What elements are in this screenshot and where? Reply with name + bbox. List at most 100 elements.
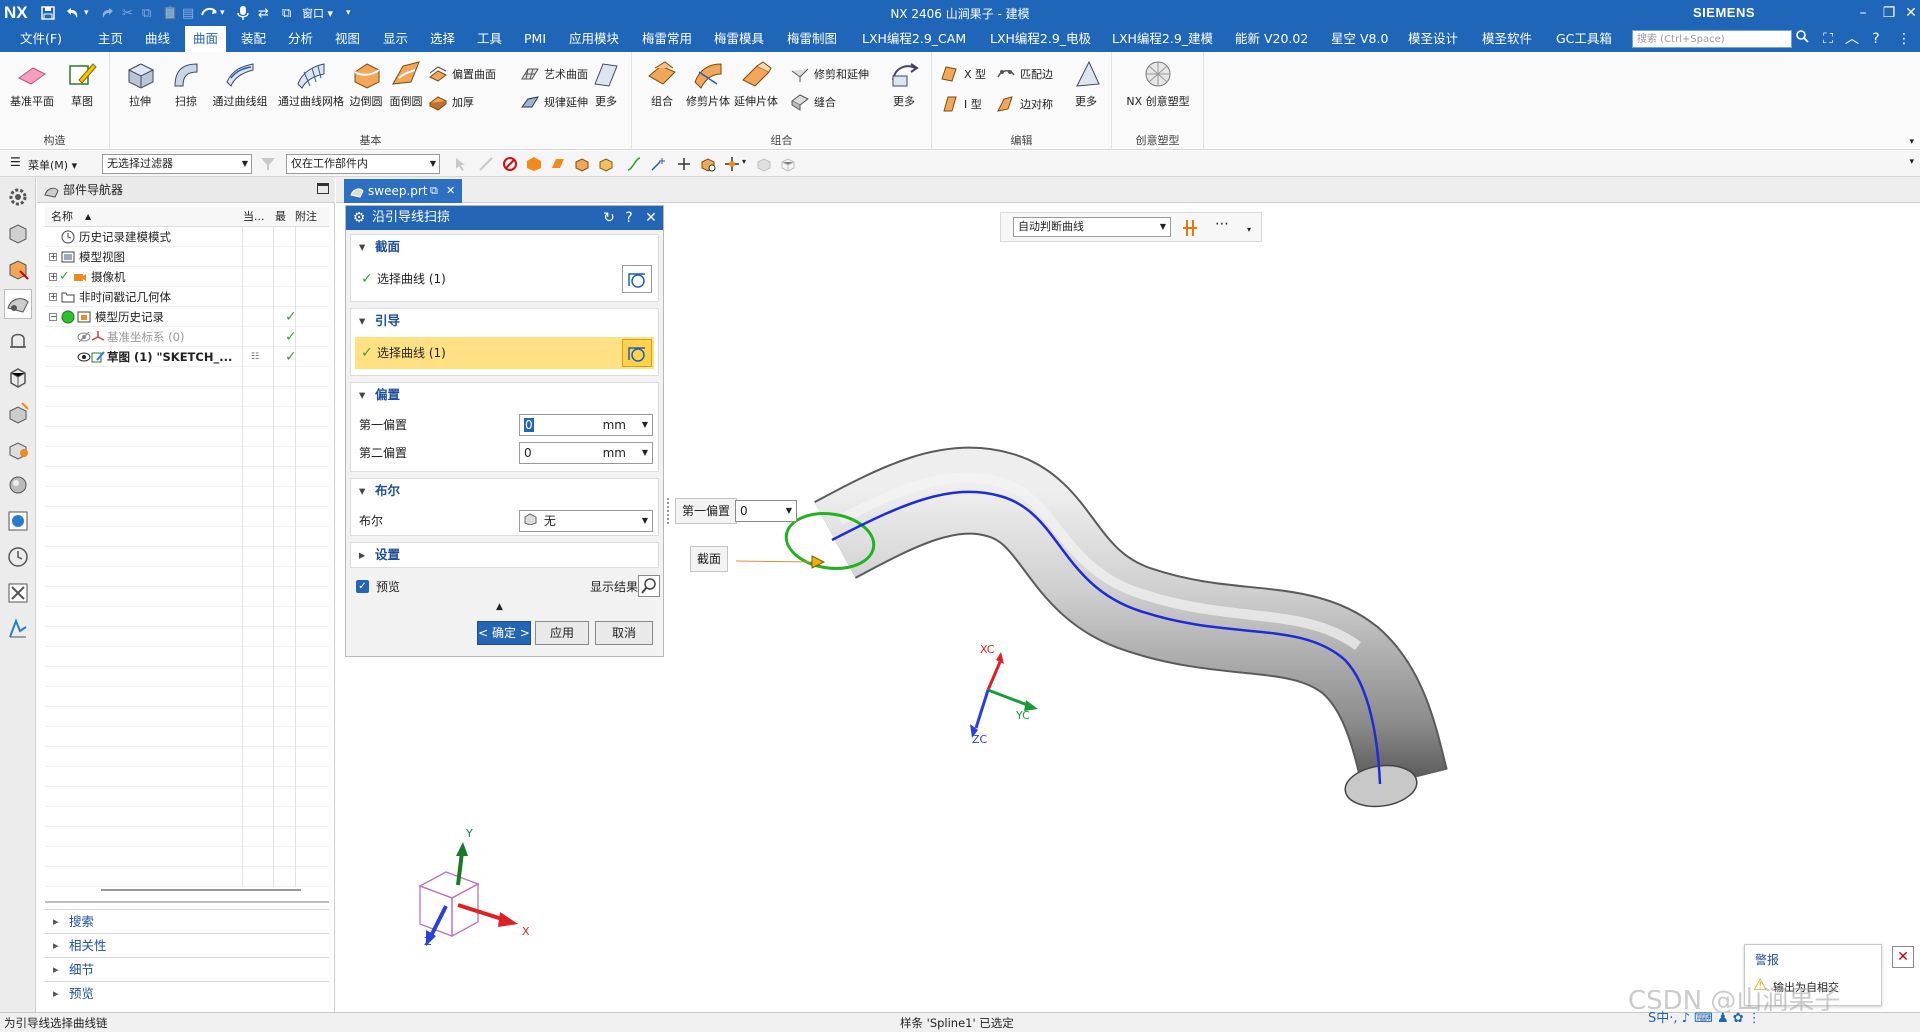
touch-mode-icon[interactable]: ⇄ — [258, 4, 269, 22]
column-notes[interactable]: 附注 — [295, 207, 317, 227]
hd3d-tools-icon[interactable] — [6, 365, 30, 389]
collapse-dialog-icon[interactable]: ▲ — [496, 602, 503, 612]
combine-more-button[interactable]: 更多 — [884, 58, 924, 109]
menu-lxh-cam[interactable]: LXH编程2.9_CAM — [862, 26, 966, 52]
history-palette-icon[interactable] — [6, 437, 30, 461]
expand-icon[interactable]: + — [49, 253, 57, 261]
through-curves-button[interactable]: 通过曲线组 — [208, 58, 272, 109]
settings-gear-icon[interactable] — [6, 185, 30, 209]
save-icon[interactable] — [40, 4, 56, 22]
panel-splitter[interactable] — [45, 901, 329, 903]
main-menu-button[interactable]: 菜单(M) ▾ — [28, 157, 77, 173]
selection-scope-select[interactable]: 仅在工作部件内 ▼ — [286, 154, 440, 174]
show-result-button[interactable] — [638, 575, 660, 597]
select-face-icon[interactable] — [550, 156, 566, 172]
roles-icon[interactable] — [6, 581, 30, 605]
tree-row-sketch[interactable]: 草图 (1) "SKETCH_... ☷ ✓ — [45, 347, 329, 367]
sketch-button[interactable]: 草图 — [56, 58, 108, 109]
web-browser-icon[interactable] — [6, 401, 30, 425]
nx-realize-shape-button[interactable]: NX 创意塑型 — [1122, 58, 1194, 109]
settings-header[interactable]: 设置 — [351, 543, 658, 567]
ok-button[interactable]: < 确定 > — [477, 621, 531, 645]
expand-icon[interactable]: + — [49, 293, 57, 301]
dialog-help-icon[interactable]: ? — [620, 206, 638, 230]
system-scenes-icon[interactable] — [6, 617, 30, 641]
clock-icon[interactable] — [6, 545, 30, 569]
nav-section-details[interactable]: 细节 — [45, 957, 329, 982]
constraint-navigator-icon[interactable] — [6, 257, 30, 281]
visible-eye-icon[interactable] — [77, 350, 91, 364]
datum-plane-button[interactable]: 基准平面 — [6, 58, 58, 109]
select-feature-icon[interactable] — [526, 156, 542, 172]
tree-row-datum-csys[interactable]: 基准坐标系 (0) ✓ — [45, 327, 329, 347]
minimize-button[interactable]: – — [1850, 2, 1876, 24]
manufacturing-wizard-icon[interactable] — [6, 509, 30, 533]
delete-icon[interactable]: ▤ — [182, 4, 194, 22]
section-profile-header[interactable]: 截面 — [351, 235, 658, 259]
profile-select-row[interactable]: ✓ 选择曲线 (1) — [355, 263, 654, 295]
tab-close-icon[interactable]: ✕ — [446, 179, 455, 203]
onscreen-offset-input[interactable]: 0 ▼ — [735, 500, 797, 522]
command-search-input[interactable]: 搜索 (Ctrl+Space) — [1632, 30, 1792, 48]
through-curve-mesh-button[interactable]: 通过曲线网格 — [276, 58, 346, 109]
process-studio-icon[interactable] — [6, 473, 30, 497]
repeat-dropdown-icon[interactable]: ▾ — [220, 4, 225, 22]
repeat-command-icon[interactable] — [200, 4, 218, 22]
menu-file[interactable]: 文件(F) — [20, 26, 62, 52]
select-curve-button[interactable] — [622, 265, 652, 293]
deselect-icon[interactable] — [478, 156, 494, 172]
stop-icon[interactable] — [502, 156, 518, 172]
extrude-button[interactable]: 拉伸 — [114, 58, 166, 109]
edit-more-button[interactable]: 更多 — [1066, 58, 1106, 109]
nav-section-dependencies[interactable]: 相关性 — [45, 933, 329, 958]
first-offset-input[interactable]: 0 mm ▼ — [519, 414, 653, 436]
nav-section-search[interactable]: 搜索 — [45, 909, 329, 934]
i-form-button[interactable]: I 型 — [940, 94, 982, 114]
sew-button[interactable]: 缝合 — [790, 92, 836, 112]
more-options-icon[interactable]: ⋯ — [1215, 216, 1229, 232]
select-guide-curve-button[interactable] — [622, 339, 652, 367]
hidden-eye-icon[interactable] — [77, 330, 91, 344]
more-options-icon[interactable]: ⋮ — [1894, 28, 1914, 50]
help-icon[interactable]: ? — [1866, 28, 1886, 50]
apply-button[interactable]: 应用 — [535, 621, 589, 645]
drag-handle[interactable] — [667, 498, 673, 524]
column-current[interactable]: 当... — [243, 207, 265, 227]
redo-icon[interactable] — [100, 4, 116, 22]
combine-button[interactable]: 组合 — [636, 58, 688, 109]
column-latest[interactable]: 最 — [275, 207, 286, 227]
tree-row-history-mode[interactable]: 历史记录建模模式 — [45, 227, 329, 247]
sort-ascending-icon[interactable]: ▲ — [85, 207, 91, 227]
offset-surface-button[interactable]: 偏置曲面 — [428, 64, 496, 84]
offset-header[interactable]: 偏置 — [351, 383, 658, 407]
show-hide-icon[interactable] — [756, 156, 772, 172]
undo-icon[interactable] — [64, 4, 80, 22]
menu-meilei-common[interactable]: 梅雷常用 — [642, 26, 692, 52]
microphone-icon[interactable] — [236, 4, 250, 22]
swept-tube[interactable] — [815, 448, 1446, 791]
menu-display[interactable]: 显示 — [383, 26, 408, 52]
collapse-ribbon-icon[interactable]: ︿ — [1842, 28, 1862, 50]
boolean-header[interactable]: 布尔 — [351, 479, 658, 503]
paste-icon[interactable]: 📋 — [162, 4, 178, 22]
trim-and-extend-button[interactable]: 修剪和延伸 — [790, 64, 869, 84]
snap-point-icon[interactable] — [650, 156, 666, 172]
nav-section-preview[interactable]: 预览 — [45, 981, 329, 1006]
tree-row-model-history[interactable]: − 模型历史记录 ✓ — [45, 307, 329, 327]
menu-applications[interactable]: 应用模块 — [569, 26, 619, 52]
menu-meilei-mold[interactable]: 梅雷模具 — [714, 26, 764, 52]
reset-icon[interactable]: ↻ — [600, 206, 618, 230]
sweep-button[interactable]: 扫掠 — [160, 58, 212, 109]
tab-sweep-prt[interactable]: sweep.prt ⧉ ✕ — [344, 179, 462, 203]
basic-more-button[interactable]: 更多 — [586, 58, 626, 109]
maximize-navigator-icon[interactable] — [317, 183, 329, 194]
dropdown-arrow-icon[interactable]: ▼ — [642, 415, 648, 435]
menu-meilei-drawing[interactable]: 梅雷制图 — [787, 26, 837, 52]
ime-toolbar[interactable]: S中·, ♪ ⌨ ♟ ✿ ⋮ — [1648, 1008, 1761, 1030]
menu-view[interactable]: 视图 — [335, 26, 360, 52]
law-extension-button[interactable]: 规律延伸 — [520, 92, 588, 112]
menu-curve[interactable]: 曲线 — [145, 26, 170, 52]
menu-lxh-electrode[interactable]: LXH编程2.9_电极 — [990, 26, 1091, 52]
popout-icon[interactable]: ⧉ — [430, 179, 438, 203]
ribbon-options-icon[interactable]: ▾ — [1909, 137, 1914, 147]
